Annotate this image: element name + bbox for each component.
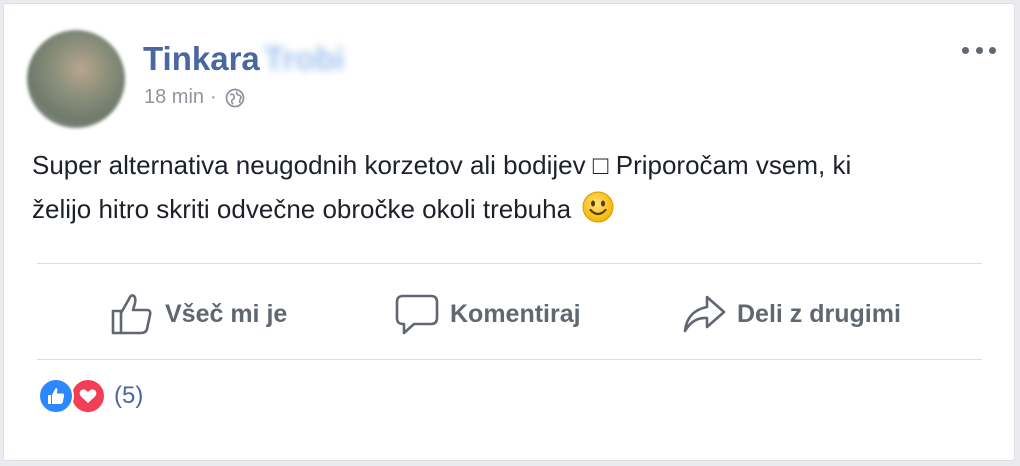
divider-top xyxy=(37,263,982,264)
action-bar: Všeč mi je Komentiraj Deli z drugimi xyxy=(37,266,982,362)
share-arrow-icon xyxy=(683,295,726,333)
comment-label[interactable]: Komentiraj xyxy=(450,300,581,329)
share-button[interactable]: Deli z drugimi xyxy=(681,266,901,362)
share-label[interactable]: Deli z drugimi xyxy=(737,300,901,329)
post-meta: 18 min · xyxy=(144,86,245,109)
thumbs-up-icon xyxy=(111,294,152,335)
post-text-line-1: Super alternativa neugodnih korzetov ali… xyxy=(32,150,852,180)
post-timestamp[interactable]: 18 min xyxy=(144,86,204,109)
like-label[interactable]: Všeč mi je xyxy=(165,300,287,329)
smiley-emoji-icon xyxy=(582,191,614,223)
globe-icon[interactable] xyxy=(225,88,245,108)
meta-separator: · xyxy=(210,86,217,108)
reactions-summary[interactable]: (5) xyxy=(38,376,143,416)
post-text: Super alternativa neugodnih korzetov ali… xyxy=(32,143,972,231)
author-first-name[interactable]: Tinkara xyxy=(143,40,260,77)
author-last-name-blurred[interactable]: Trobi xyxy=(264,40,345,78)
comment-button[interactable]: Komentiraj xyxy=(394,266,581,362)
post-text-line-2: želijo hitro skriti odvečne obročke okol… xyxy=(32,194,572,224)
author-avatar[interactable] xyxy=(27,30,125,128)
like-button[interactable]: Všeč mi je xyxy=(109,266,287,362)
like-reaction-icon xyxy=(38,378,74,414)
more-options-icon[interactable] xyxy=(962,40,996,60)
love-reaction-icon xyxy=(70,378,106,414)
comment-bubble-icon xyxy=(395,294,439,335)
post-card: Tinkara Trobi 18 min · Super alternativa … xyxy=(3,3,1015,461)
divider-bottom xyxy=(37,359,982,360)
reaction-count[interactable]: (5) xyxy=(114,382,143,410)
author-name[interactable]: Tinkara Trobi xyxy=(143,40,344,78)
